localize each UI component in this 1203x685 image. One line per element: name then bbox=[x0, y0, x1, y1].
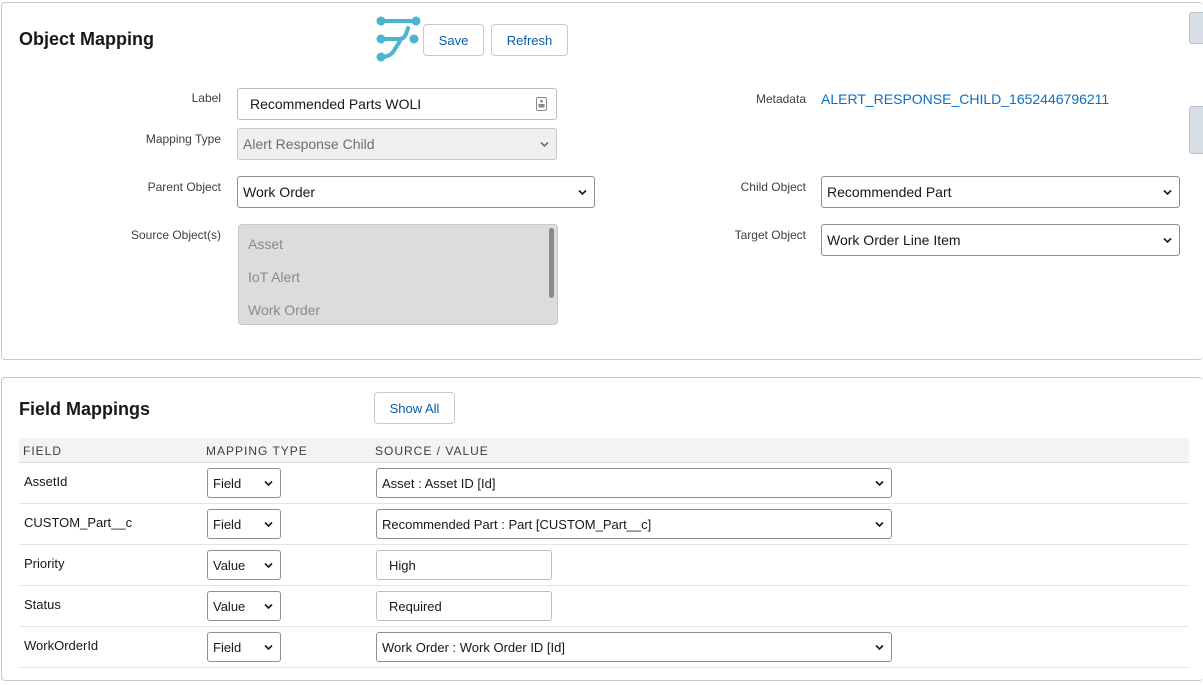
source-select[interactable]: Recommended Part : Part [CUSTOM_Part__c] bbox=[376, 509, 892, 539]
mapping-type-select[interactable]: Field bbox=[207, 632, 281, 662]
field-name: Priority bbox=[24, 556, 65, 571]
field-name: WorkOrderId bbox=[24, 638, 99, 653]
mapping-type-select: Alert Response Child bbox=[237, 128, 557, 160]
source-value: Work Order : Work Order ID [Id] bbox=[382, 639, 565, 655]
autofill-icon bbox=[536, 97, 547, 114]
value-text: High bbox=[389, 557, 416, 573]
table-row: Status Value Required bbox=[19, 586, 1189, 627]
flow-mapping-icon bbox=[374, 15, 422, 63]
list-item[interactable]: IoT Alert bbox=[248, 269, 300, 285]
chevron-down-icon bbox=[875, 643, 884, 652]
label-input-value: Recommended Parts WOLI bbox=[250, 96, 422, 112]
metadata-link[interactable]: ALERT_RESPONSE_CHILD_1652446796211 bbox=[821, 91, 1109, 107]
mapping-type-select[interactable]: Field bbox=[207, 509, 281, 539]
value-text: Required bbox=[389, 598, 442, 614]
table-row: Priority Value High bbox=[19, 545, 1189, 586]
mapping-type-value: Value bbox=[213, 598, 246, 614]
chevron-down-icon bbox=[875, 520, 884, 529]
chevron-down-icon bbox=[578, 188, 587, 197]
target-object-select[interactable]: Work Order Line Item bbox=[821, 224, 1180, 256]
show-all-button[interactable]: Show All bbox=[374, 392, 455, 424]
field-mappings-title: Field Mappings bbox=[19, 399, 151, 419]
table-row: CUSTOM_Part__c Field Recommended Part : … bbox=[19, 504, 1189, 545]
target-object-value: Work Order Line Item bbox=[827, 232, 961, 248]
parent-object-label: Parent Object bbox=[147, 180, 221, 194]
chevron-down-icon bbox=[264, 602, 273, 611]
mapping-type-select[interactable]: Value bbox=[207, 591, 281, 621]
mapping-type-value: Value bbox=[213, 557, 246, 573]
field-name: Status bbox=[24, 597, 61, 612]
chevron-down-icon bbox=[1163, 188, 1172, 197]
column-header-source-value: SOURCE / VALUE bbox=[375, 444, 489, 458]
column-header-field: FIELD bbox=[23, 444, 63, 458]
listbox-scrollbar[interactable] bbox=[549, 228, 554, 298]
value-input[interactable]: High bbox=[376, 550, 552, 580]
label-input[interactable]: Recommended Parts WOLI bbox=[237, 88, 557, 120]
child-object-label: Child Object bbox=[740, 180, 806, 194]
child-object-select[interactable]: Recommended Part bbox=[821, 176, 1180, 208]
chevron-down-icon bbox=[264, 520, 273, 529]
source-select[interactable]: Work Order : Work Order ID [Id] bbox=[376, 632, 892, 662]
source-select[interactable]: Asset : Asset ID [Id] bbox=[376, 468, 892, 498]
chevron-down-icon bbox=[1163, 236, 1172, 245]
label-field-label: Label bbox=[191, 91, 221, 105]
refresh-button[interactable]: Refresh bbox=[491, 24, 568, 56]
object-mapping-title: Object Mapping bbox=[19, 29, 154, 49]
mapping-type-select[interactable]: Field bbox=[207, 468, 281, 498]
field-name: CUSTOM_Part__c bbox=[24, 515, 133, 530]
child-object-value: Recommended Part bbox=[827, 184, 952, 200]
source-objects-listbox[interactable]: Asset IoT Alert Work Order bbox=[238, 224, 558, 325]
mapping-type-value: Field bbox=[213, 639, 242, 655]
save-button[interactable]: Save bbox=[423, 24, 484, 56]
mapping-type-label: Mapping Type bbox=[145, 132, 221, 146]
chevron-down-icon bbox=[264, 479, 273, 488]
target-object-label: Target Object bbox=[734, 228, 806, 242]
mapping-type-value: Alert Response Child bbox=[243, 136, 375, 152]
parent-object-select[interactable]: Work Order bbox=[237, 176, 595, 208]
mapping-type-select[interactable]: Value bbox=[207, 550, 281, 580]
field-name: AssetId bbox=[24, 474, 68, 489]
object-mapping-card: Object Mapping Save Refresh Label Recomm… bbox=[1, 2, 1203, 360]
field-mappings-card: Field Mappings Show All FIELD MAPPING TY… bbox=[1, 377, 1203, 681]
mapping-type-value: Field bbox=[213, 516, 242, 532]
source-value: Recommended Part : Part [CUSTOM_Part__c] bbox=[382, 516, 652, 532]
metadata-label: Metadata bbox=[755, 92, 806, 106]
source-value: Asset : Asset ID [Id] bbox=[382, 475, 496, 491]
chevron-down-icon bbox=[264, 561, 273, 570]
column-header-mapping-type: MAPPING TYPE bbox=[206, 444, 308, 458]
list-item[interactable]: Work Order bbox=[248, 302, 320, 318]
chevron-down-icon bbox=[540, 140, 549, 149]
collapse-tab-icon[interactable] bbox=[1189, 12, 1203, 44]
table-header: FIELD MAPPING TYPE SOURCE / VALUE bbox=[19, 438, 1189, 463]
value-input[interactable]: Required bbox=[376, 591, 552, 621]
table-row: AssetId Field Asset : Asset ID [Id] bbox=[19, 463, 1189, 504]
parent-object-value: Work Order bbox=[243, 184, 316, 200]
chevron-down-icon bbox=[875, 479, 884, 488]
source-objects-label: Source Object(s) bbox=[130, 228, 221, 242]
mapping-type-value: Field bbox=[213, 475, 242, 491]
table-row: WorkOrderId Field Work Order : Work Orde… bbox=[19, 627, 1189, 668]
dock-tab-icon[interactable] bbox=[1189, 106, 1203, 154]
chevron-down-icon bbox=[264, 643, 273, 652]
list-item[interactable]: Asset bbox=[248, 236, 283, 252]
